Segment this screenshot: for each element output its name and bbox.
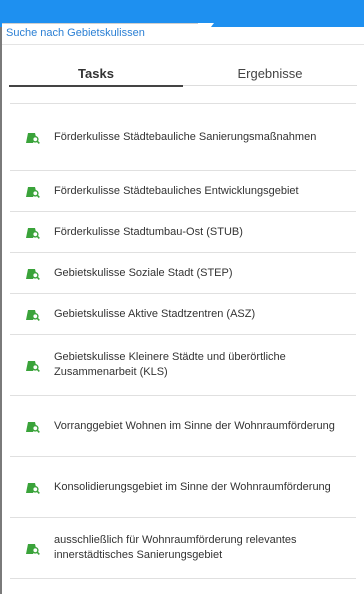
- panel-tab-title: Suche nach Gebietskulissen: [6, 27, 145, 39]
- tab-ergebnisse[interactable]: Ergebnisse: [183, 63, 357, 86]
- map-search-icon: [26, 359, 40, 372]
- task-list: Förderkulisse Städtebauliche Sanierungsm…: [10, 103, 356, 579]
- map-search-icon: [26, 267, 40, 280]
- map-search-icon: [26, 308, 40, 321]
- task-label: ausschließlich für Wohnraumförderung rel…: [54, 534, 297, 561]
- search-panel: Suche nach Gebietskulissen Tasks Ergebni…: [2, 23, 364, 595]
- task-item[interactable]: Gebietskulisse Soziale Stadt (STEP): [10, 253, 356, 294]
- map-search-icon: [26, 226, 40, 239]
- task-label: Förderkulisse Stadtumbau-Ost (STUB): [54, 225, 243, 238]
- task-label: Gebietskulisse Aktive Stadtzentren (ASZ): [54, 307, 256, 320]
- task-item[interactable]: Förderkulisse Städtebauliche Sanierungsm…: [10, 103, 356, 171]
- tab-tasks[interactable]: Tasks: [9, 63, 183, 87]
- task-item[interactable]: ausschließlich für Wohnraumförderung rel…: [10, 518, 356, 579]
- task-label: Gebietskulisse Kleinere Städte und überö…: [54, 351, 286, 378]
- map-search-icon: [26, 420, 40, 433]
- task-label: Gebietskulisse Soziale Stadt (STEP): [54, 266, 233, 279]
- task-label: Konsolidierungsgebiet im Sinne der Wohnr…: [54, 480, 331, 493]
- task-item[interactable]: Förderkulisse Stadtumbau-Ost (STUB): [10, 212, 356, 253]
- task-item[interactable]: Vorranggebiet Wohnen im Sinne der Wohnra…: [10, 396, 356, 457]
- task-item[interactable]: Gebietskulisse Kleinere Städte und überö…: [10, 335, 356, 396]
- map-search-icon: [26, 481, 40, 494]
- panel-body: Tasks Ergebnisse Förderkulisse Städtebau…: [2, 44, 364, 595]
- task-label: Förderkulisse Städtebauliche Sanierungsm…: [54, 130, 317, 143]
- map-search-icon: [26, 131, 40, 144]
- task-item[interactable]: Förderkulisse Städtebauliches Entwicklun…: [10, 171, 356, 212]
- task-item[interactable]: Konsolidierungsgebiet im Sinne der Wohnr…: [10, 457, 356, 518]
- task-label: Förderkulisse Städtebauliches Entwicklun…: [54, 184, 299, 197]
- map-search-icon: [26, 185, 40, 198]
- task-item[interactable]: Gebietskulisse Aktive Stadtzentren (ASZ): [10, 294, 356, 335]
- map-search-icon: [26, 542, 40, 555]
- task-label: Vorranggebiet Wohnen im Sinne der Wohnra…: [54, 419, 335, 432]
